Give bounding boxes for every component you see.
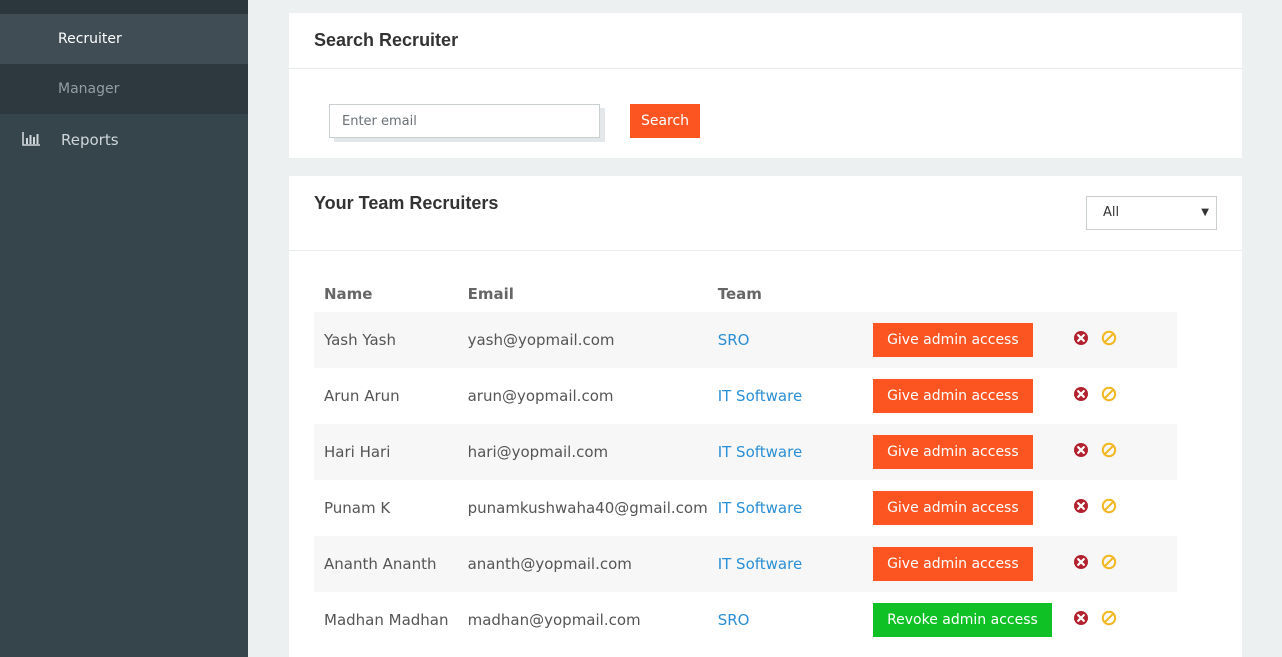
give-admin-button[interactable]: Give admin access — [873, 379, 1033, 413]
sidebar-item-reports[interactable]: Reports — [0, 114, 248, 166]
team-link[interactable]: IT Software — [718, 499, 802, 517]
recruiter-name: Ananth Ananth — [314, 536, 458, 592]
filter-selected-value: All — [1103, 205, 1120, 220]
block-icon[interactable] — [1101, 442, 1117, 458]
delete-icon[interactable] — [1073, 330, 1089, 346]
table-header-row: Name Email Team — [314, 276, 1177, 312]
column-header-name: Name — [324, 285, 373, 303]
team-filter-select[interactable]: All ▼ — [1086, 196, 1217, 230]
table-row: Madhan Madhan madhan@yopmail.com SRO Revoke… — [314, 592, 1177, 648]
column-header-actions — [1063, 276, 1177, 312]
row-actions — [1073, 442, 1117, 458]
bar-chart-icon — [22, 132, 42, 148]
search-button[interactable]: Search — [630, 104, 700, 138]
sidebar-item-label: Recruiter — [58, 31, 122, 47]
recruiter-email: ananth@yopmail.com — [457, 536, 708, 592]
delete-icon[interactable] — [1073, 554, 1089, 570]
recruiter-name: Hari Hari — [314, 424, 458, 480]
column-header-email: Email — [467, 285, 514, 303]
search-row: Search — [289, 69, 1242, 157]
delete-icon[interactable] — [1073, 442, 1089, 458]
team-link[interactable]: IT Software — [718, 387, 802, 405]
row-actions — [1073, 330, 1117, 346]
row-actions — [1073, 554, 1117, 570]
revoke-admin-button[interactable]: Revoke admin access — [873, 603, 1052, 637]
sidebar-item-label: Manager — [58, 81, 120, 97]
table-row: Punam K punamkushwaha40@gmail.com IT Softw… — [314, 480, 1177, 536]
block-icon[interactable] — [1101, 554, 1117, 570]
delete-icon[interactable] — [1073, 498, 1089, 514]
table-row: Yash Yash yash@yopmail.com SRO Give admin a… — [314, 312, 1177, 368]
block-icon[interactable] — [1101, 498, 1117, 514]
column-header-team: Team — [717, 285, 762, 303]
block-icon[interactable] — [1101, 330, 1117, 346]
panel-header: Your Team Recruiters All ▼ — [289, 176, 1242, 251]
recruiter-name: Punam K — [324, 499, 391, 517]
table-row: Arun Arun arun@yopmail.com IT Software Give… — [314, 368, 1177, 424]
recruiter-name: Madhan Madhan — [324, 611, 449, 629]
panel-title: Your Team Recruiters — [314, 193, 499, 213]
team-link[interactable]: SRO — [718, 331, 750, 349]
recruiter-email: madhan@yopmail.com — [467, 611, 641, 629]
email-search-input[interactable] — [329, 104, 600, 138]
team-link[interactable]: IT Software — [718, 443, 802, 461]
give-admin-button[interactable]: Give admin access — [873, 491, 1033, 525]
team-link[interactable]: IT Software — [718, 555, 802, 573]
block-icon[interactable] — [1101, 610, 1117, 626]
team-link[interactable]: SRO — [718, 611, 750, 629]
dropdown-arrow-icon: ▼ — [1201, 207, 1209, 218]
sidebar-item-label: Reports — [61, 131, 119, 149]
give-admin-button[interactable]: Give admin access — [873, 435, 1033, 469]
table-row: Hari Hari hari@yopmail.com IT Software Give… — [314, 424, 1177, 480]
recruiter-email: arun@yopmail.com — [467, 387, 614, 405]
recruiter-email: punamkushwaha40@gmail.com — [467, 499, 708, 517]
recruiters-table: Name Email Team Yash Yash yash@yopmail.co… — [314, 276, 1177, 648]
row-actions — [1073, 386, 1117, 402]
recruiter-email: hari@yopmail.com — [457, 424, 708, 480]
panel-title: Search Recruiter — [289, 13, 1242, 69]
sidebar: Recruiter Manager Reports — [0, 0, 248, 657]
give-admin-button[interactable]: Give admin access — [873, 323, 1033, 357]
search-recruiter-panel: Search Recruiter Search — [289, 13, 1242, 158]
sidebar-item-recruiter[interactable]: Recruiter — [0, 14, 248, 64]
sidebar-top-strip — [0, 0, 248, 14]
delete-icon[interactable] — [1073, 610, 1089, 626]
row-actions — [1073, 498, 1117, 514]
team-recruiters-panel: Your Team Recruiters All ▼ Name Email Te… — [289, 176, 1242, 657]
recruiter-email: yash@yopmail.com — [457, 312, 708, 368]
column-header-admin — [863, 276, 1063, 312]
recruiter-name: Arun Arun — [324, 387, 400, 405]
delete-icon[interactable] — [1073, 386, 1089, 402]
block-icon[interactable] — [1101, 386, 1117, 402]
recruiter-name: Yash Yash — [314, 312, 458, 368]
row-actions — [1073, 610, 1117, 626]
sidebar-item-manager[interactable]: Manager — [0, 64, 248, 114]
table-row: Ananth Ananth ananth@yopmail.com IT Softwa… — [314, 536, 1177, 592]
give-admin-button[interactable]: Give admin access — [873, 547, 1033, 581]
